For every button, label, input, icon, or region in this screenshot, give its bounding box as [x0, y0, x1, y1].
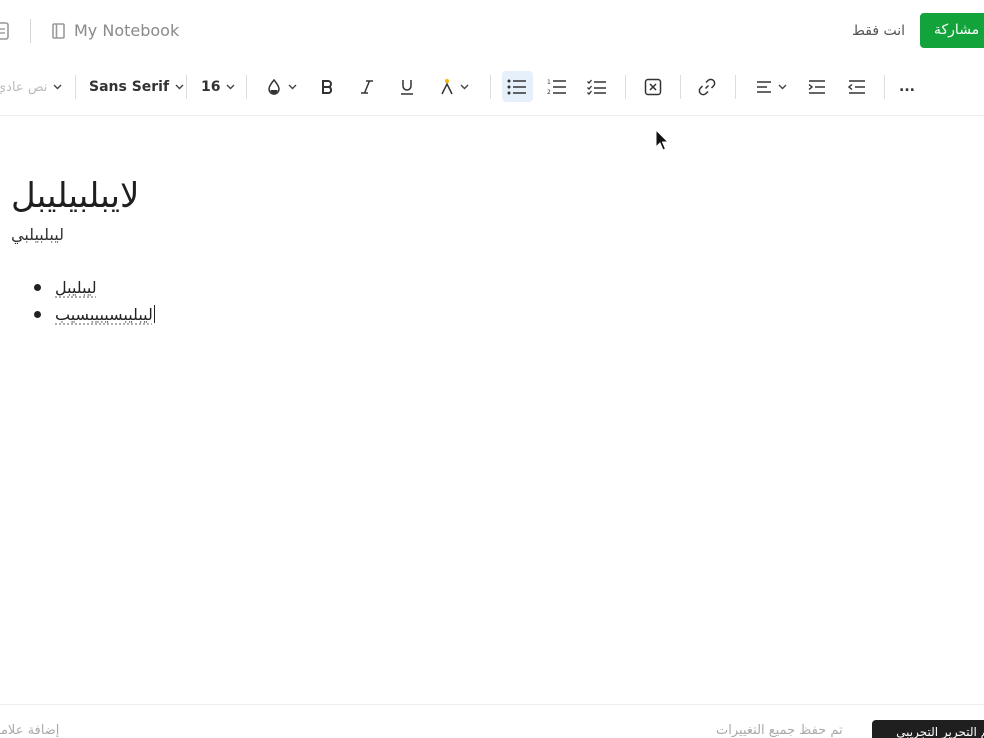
numbered-list-icon: 12: [547, 78, 567, 96]
chevron-down-icon: [460, 84, 469, 90]
chevron-down-icon: [778, 84, 787, 90]
bold-button[interactable]: [320, 72, 334, 102]
bold-icon: [320, 79, 334, 95]
align-icon: [756, 80, 772, 94]
link-button[interactable]: [698, 72, 716, 102]
toolbar-divider: [490, 75, 491, 99]
svg-text:2: 2: [547, 89, 551, 96]
italic-icon: [360, 79, 374, 95]
text-color-icon: [266, 78, 282, 96]
indent-icon: [808, 79, 826, 95]
header-bar: My Notebook انت فقط مشاركة: [0, 0, 984, 62]
outdent-button[interactable]: [848, 72, 866, 102]
italic-button[interactable]: [360, 72, 374, 102]
notebook-title[interactable]: My Notebook: [74, 20, 179, 42]
chevron-down-icon: [53, 84, 62, 90]
bullet-icon: [34, 311, 41, 318]
toolbar-divider: [75, 75, 76, 99]
align-button[interactable]: [756, 72, 787, 102]
chevron-down-icon: [175, 84, 184, 90]
underline-icon: [400, 79, 414, 96]
toolbar-divider: [625, 75, 626, 99]
note-icon[interactable]: [0, 21, 10, 41]
paragraph-style-label: نص عادي: [0, 80, 47, 95]
font-family-label: Sans Serif: [89, 79, 169, 95]
paragraph-style-select[interactable]: نص عادي: [0, 72, 62, 102]
document-subtitle[interactable]: ليبلبيلبي: [11, 223, 64, 247]
bullet-list: ليبليبل ليبليبسيبيبسيب: [30, 274, 155, 328]
checklist-icon: [587, 79, 607, 95]
toolbar-divider: [186, 75, 187, 99]
checklist-button[interactable]: [587, 72, 607, 102]
font-family-select[interactable]: Sans Serif: [89, 72, 184, 102]
font-size-label: 16: [201, 79, 220, 95]
list-item-text[interactable]: ليبليبسيبيبسيب: [55, 305, 153, 324]
highlight-icon: [440, 78, 454, 96]
visibility-label[interactable]: انت فقط: [852, 21, 905, 41]
notebook-icon: [52, 23, 65, 39]
list-item[interactable]: ليبليبسيبيبسيب: [30, 301, 155, 328]
link-icon: [698, 78, 716, 96]
toolbar-divider: [246, 75, 247, 99]
clear-format-button[interactable]: [644, 72, 662, 102]
list-item-text[interactable]: ليبليبل: [55, 278, 97, 297]
header-divider: [30, 19, 31, 43]
underline-button[interactable]: [400, 72, 414, 102]
toolbar-divider: [884, 75, 885, 99]
document-title[interactable]: لايبلبيليبل: [11, 174, 139, 218]
indent-button[interactable]: [808, 72, 826, 102]
formatting-toolbar: نص عادي Sans Serif 16 12 ...: [0, 64, 984, 110]
mouse-pointer-icon: [655, 129, 671, 153]
text-caret: [154, 305, 155, 323]
toolbar-divider: [735, 75, 736, 99]
bulleted-list-button[interactable]: [507, 72, 527, 102]
footer-bar: إضافة علامة تم حفظ جميع التغييرات تم الت…: [0, 705, 984, 738]
bulleted-list-icon: [507, 79, 527, 95]
chevron-down-icon: [226, 84, 235, 90]
toolbar-divider: [680, 75, 681, 99]
font-size-select[interactable]: 16: [201, 72, 235, 102]
highlight-button[interactable]: [440, 72, 469, 102]
bullet-icon: [34, 284, 41, 291]
list-item[interactable]: ليبليبل: [30, 274, 155, 301]
outdent-icon: [848, 79, 866, 95]
more-icon: ...: [899, 79, 915, 95]
numbered-list-button[interactable]: 12: [547, 72, 567, 102]
save-status: تم حفظ جميع التغييرات: [716, 723, 843, 738]
chevron-down-icon: [288, 84, 297, 90]
clear-format-icon: [644, 78, 662, 96]
add-tag-link[interactable]: إضافة علامة: [0, 723, 59, 738]
more-button[interactable]: ...: [899, 72, 915, 102]
editor-area[interactable]: لايبلبيليبل ليبلبيلبي ليبليبل ليبليبسيبي…: [0, 116, 984, 704]
svg-text:1: 1: [547, 79, 551, 86]
text-color-button[interactable]: [266, 72, 297, 102]
share-button[interactable]: مشاركة: [920, 13, 984, 48]
trial-badge[interactable]: تم التحرير التجريبي: [872, 720, 984, 738]
